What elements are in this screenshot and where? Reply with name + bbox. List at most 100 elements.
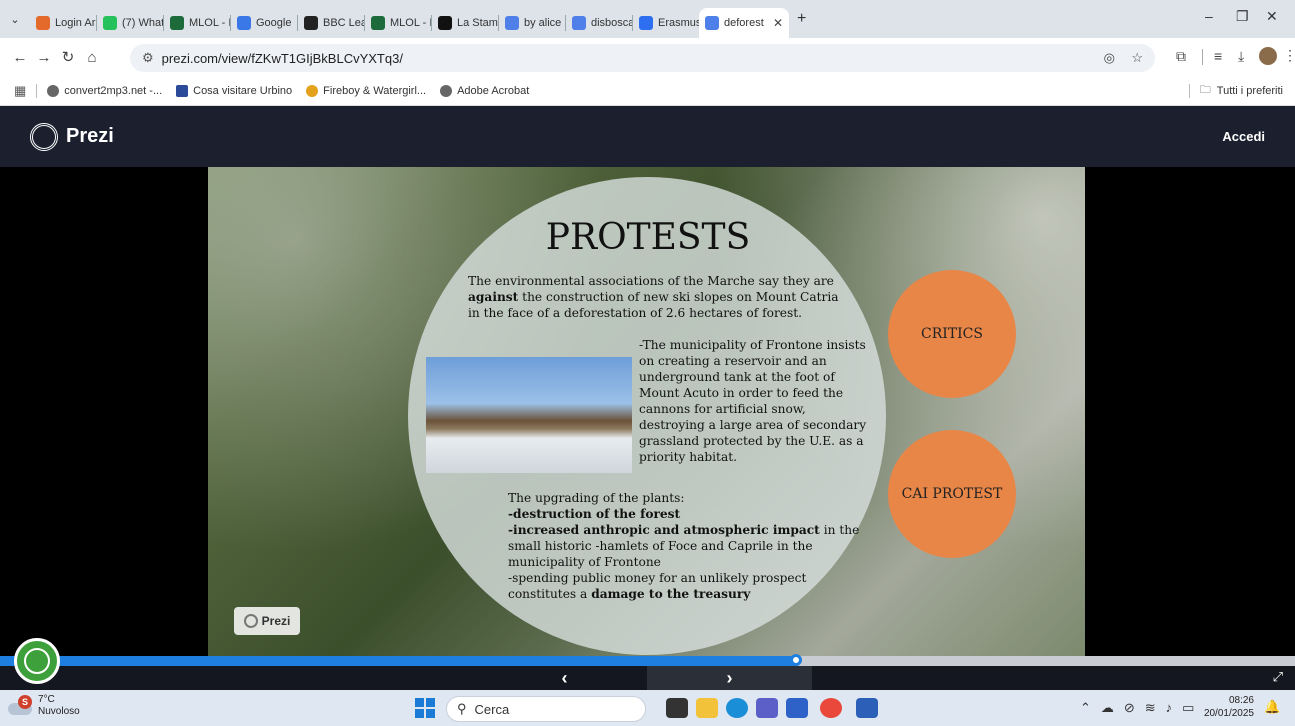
globe-icon: [440, 84, 453, 97]
bookmark-item[interactable]: convert2mp3.net -...: [47, 84, 162, 97]
palette-fab-button[interactable]: [14, 638, 60, 684]
clock[interactable]: 08:26 20/01/2025: [1200, 694, 1254, 720]
bookmarks-bar: ▦ convert2mp3.net -... Cosa visitare Urb…: [0, 76, 1295, 106]
tab-favicon: [438, 16, 452, 30]
cai-protest-bubble[interactable]: CAI PROTEST: [888, 430, 1016, 558]
cai-protest-label: CAI PROTEST: [901, 486, 1003, 502]
fireboy-icon: [306, 84, 319, 97]
tab-label: by alice: [524, 17, 562, 29]
menu-icon[interactable]: ⋮: [1283, 47, 1295, 64]
presentation-stage: PROTESTS The environmental associations …: [0, 167, 1295, 656]
notifications-icon[interactable]: 🔔: [1264, 699, 1280, 715]
reload-button[interactable]: ↻: [56, 48, 80, 66]
intro-line: in the face of a deforestation of 2.6 he…: [468, 306, 803, 320]
close-window-button[interactable]: ✕: [1266, 8, 1278, 25]
login-link[interactable]: Accedi: [1222, 129, 1265, 144]
tab-label: Google: [256, 17, 292, 29]
system-tray-icons[interactable]: ⌃☁⊘≋♪▭: [1080, 700, 1204, 716]
bookmark-star-icon[interactable]: ☆: [1131, 50, 1143, 66]
file-explorer-icon[interactable]: [696, 698, 718, 718]
globe-icon: [47, 84, 60, 97]
weather-temp: 7°C: [38, 694, 55, 705]
snowy-mountain-photo: [426, 357, 632, 473]
tab-close-icon[interactable]: ✕: [291, 16, 297, 30]
word-icon[interactable]: [856, 698, 878, 718]
browser-tab[interactable]: disbosca✕: [566, 8, 632, 38]
weather-widget[interactable]: S 7°C Nuvoloso: [8, 694, 80, 718]
new-tab-button[interactable]: +: [797, 10, 806, 28]
presentation-progress-bar[interactable]: [0, 654, 1295, 666]
urbino-icon: [176, 84, 189, 97]
url-bar[interactable]: ⚙ prezi.com/view/fZKwT1GIjBkBLCvYXTq3/ ◎…: [130, 44, 1155, 72]
tab-favicon: [170, 16, 184, 30]
reading-list-icon[interactable]: ≡: [1214, 48, 1222, 64]
browser-tab[interactable]: by alice✕: [499, 8, 565, 38]
forward-button[interactable]: →: [32, 49, 56, 66]
browser-tab[interactable]: La Stam✕: [432, 8, 498, 38]
home-button[interactable]: ⌂: [80, 49, 104, 66]
browser-tab[interactable]: Erasmus✕: [633, 8, 699, 38]
frontone-line: on creating a reservoir and an: [639, 354, 827, 368]
eye-off-icon[interactable]: ◎: [1104, 50, 1115, 66]
upgrading-line: -spending public money for an unlikely p…: [508, 571, 807, 585]
tab-search-button[interactable]: ⌄: [0, 13, 30, 26]
browser-tab[interactable]: BBC Lea✕: [298, 8, 364, 38]
progress-handle[interactable]: [790, 654, 803, 666]
site-info-icon[interactable]: ⚙: [142, 50, 154, 66]
tab-favicon: [237, 16, 251, 30]
browser-tab[interactable]: MLOL - I✕: [164, 8, 230, 38]
prezi-logo-icon: [30, 122, 58, 151]
previous-step-button[interactable]: ‹: [482, 666, 647, 690]
next-step-button[interactable]: ›: [647, 666, 812, 690]
tab-label: BBC Lea: [323, 17, 364, 29]
minimize-button[interactable]: –: [1205, 8, 1213, 24]
prezi-brand-text: Prezi: [66, 125, 114, 147]
tab-favicon: [103, 16, 117, 30]
teams-icon[interactable]: [756, 698, 778, 718]
url-text: prezi.com/view/fZKwT1GIjBkBLCvYXTq3/: [161, 50, 403, 66]
slide: PROTESTS The environmental associations …: [208, 167, 1085, 656]
back-button[interactable]: ←: [8, 49, 32, 66]
edge-icon[interactable]: [726, 698, 748, 718]
restore-button[interactable]: ❐: [1236, 8, 1249, 25]
all-bookmarks-button[interactable]: 🗀 Tutti i preferiti: [1188, 81, 1283, 100]
frontone-line: cannons for artificial snow,: [639, 402, 806, 416]
download-icon[interactable]: ⤓: [1238, 48, 1244, 65]
upgrading-line: -increased anthropic and atmospheric imp…: [508, 522, 868, 538]
critics-bubble[interactable]: CRITICS: [888, 270, 1016, 398]
intro-line: against the construction of new ski slop…: [468, 289, 848, 305]
store-icon[interactable]: [786, 698, 808, 718]
bookmark-item[interactable]: Adobe Acrobat: [440, 84, 529, 97]
browser-tab[interactable]: MLOL - I✕: [365, 8, 431, 38]
taskbar-search[interactable]: ⚲ Cerca: [446, 696, 646, 722]
prezi-watermark[interactable]: Prezi: [234, 607, 300, 635]
bookmark-item[interactable]: Cosa visitare Urbino: [176, 84, 293, 97]
apps-icon[interactable]: ▦: [14, 83, 26, 99]
watermark-text: Prezi: [261, 614, 291, 628]
frontone-paragraph: -The municipality of Frontone insists on …: [639, 337, 879, 465]
upgrading-line: constitutes a damage to the treasury: [508, 586, 868, 602]
tab-close-icon[interactable]: ✕: [95, 16, 96, 30]
browser-tab[interactable]: (7) What ✕: [97, 8, 163, 38]
bookmark-label: Cosa visitare Urbino: [193, 84, 293, 97]
bookmark-item[interactable]: Fireboy & Watergirl...: [306, 84, 426, 97]
tab-close-icon[interactable]: ✕: [561, 16, 565, 30]
windows-start-icon[interactable]: [415, 698, 435, 718]
frontone-line: -The municipality of Frontone insists: [639, 338, 866, 352]
prezi-logo[interactable]: Prezi: [30, 122, 114, 151]
chrome-icon[interactable]: [820, 698, 842, 718]
browser-tab[interactable]: deforest ✕: [699, 8, 789, 38]
clock-date: 20/01/2025: [1203, 708, 1254, 719]
notification-badge: S: [18, 695, 32, 709]
extensions-icon[interactable]: ⧉: [1176, 48, 1186, 65]
browser-tab[interactable]: Login Ar✕: [30, 8, 96, 38]
profile-avatar[interactable]: [1259, 47, 1277, 65]
upgrading-line: -destruction of the forest: [508, 507, 681, 521]
task-view-icon[interactable]: [666, 698, 688, 718]
tab-close-icon[interactable]: ✕: [767, 16, 783, 30]
bookmarks-divider: [1188, 83, 1190, 98]
folder-icon: 🗀: [1199, 84, 1211, 96]
player-controls: ‹ › ⤢: [0, 666, 1295, 690]
browser-tab[interactable]: Google✕: [231, 8, 297, 38]
fullscreen-icon[interactable]: ⤢: [1273, 669, 1283, 685]
